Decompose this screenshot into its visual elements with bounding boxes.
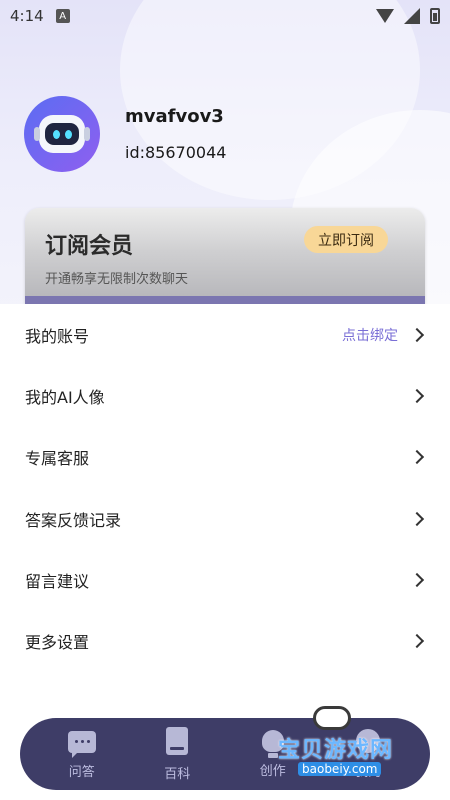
menu-item-ai-portrait[interactable]: 我的AI人像 (0, 365, 450, 426)
battery-icon (430, 8, 440, 24)
tab-create[interactable]: 创作 (243, 729, 303, 779)
chevron-right-icon (409, 634, 425, 649)
menu-item-suggestions[interactable]: 留言建议 (0, 549, 450, 610)
menu-item-feedback-history[interactable]: 答案反馈记录 (0, 488, 450, 549)
chevron-right-icon (409, 327, 425, 342)
chevron-right-icon (409, 511, 425, 526)
vip-title: 订阅会员 (45, 234, 134, 259)
tab-mine[interactable]: 我的 (338, 728, 398, 780)
book-icon (166, 726, 189, 755)
tab-label: 创作 (259, 763, 286, 779)
menu-item-more-settings[interactable]: 更多设置 (0, 610, 450, 671)
settings-menu: 我的账号 点击绑定 我的AI人像 专属客服 答案反馈记录 留言建议 更多设置 (0, 304, 450, 672)
chevron-right-icon (409, 572, 425, 587)
signal-icon (404, 8, 420, 24)
menu-item-my-account[interactable]: 我的账号 点击绑定 (0, 304, 450, 365)
chevron-right-icon (409, 388, 425, 404)
bulb-icon (261, 729, 284, 758)
robot-ear (84, 127, 90, 141)
menu-item-label: 更多设置 (25, 633, 90, 653)
tab-label: 百科 (164, 766, 191, 782)
menu-item-label: 答案反馈记录 (25, 510, 122, 530)
status-bar: 4:14 A (0, 0, 450, 32)
status-time: 4:14 (10, 7, 44, 25)
mine-icon (356, 728, 381, 753)
menu-item-label: 我的AI人像 (25, 387, 105, 407)
bottom-nav: 问答 百科 创作 我的 (20, 718, 430, 790)
avatar[interactable] (24, 96, 100, 172)
bind-account-link[interactable]: 点击绑定 (342, 325, 398, 345)
menu-item-customer-service[interactable]: 专属客服 (0, 427, 450, 488)
chat-dot (80, 739, 84, 743)
user-id: id:85670044 (125, 143, 227, 162)
menu-item-label: 专属客服 (25, 449, 90, 469)
menu-item-label: 留言建议 (25, 571, 90, 591)
robot-ear (34, 127, 40, 141)
tab-label: 我的 (355, 764, 382, 780)
wifi-icon (376, 9, 394, 23)
robot-eye (52, 129, 60, 139)
chat-icon (67, 730, 96, 758)
tab-label: 问答 (68, 764, 95, 780)
menu-item-label: 我的账号 (25, 326, 90, 346)
tab-qa[interactable]: 问答 (52, 729, 112, 780)
tab-encyclopedia[interactable]: 百科 (147, 726, 207, 782)
status-indicators (376, 8, 440, 24)
vip-subscription-card[interactable]: 订阅会员 开通畅享无限制次数聊天 立即订阅 (25, 208, 425, 304)
notification-icon: A (55, 9, 70, 23)
chevron-right-icon (409, 450, 425, 465)
vip-subtitle: 开通畅享无限制次数聊天 (45, 272, 189, 287)
username: mvafvov3 (125, 106, 224, 127)
chat-dot (86, 739, 90, 743)
subscribe-button[interactable]: 立即订阅 (304, 226, 388, 253)
chat-dot (74, 739, 78, 743)
robot-eye (64, 129, 72, 139)
robot-face (45, 123, 79, 145)
robot-avatar-icon (34, 115, 90, 153)
